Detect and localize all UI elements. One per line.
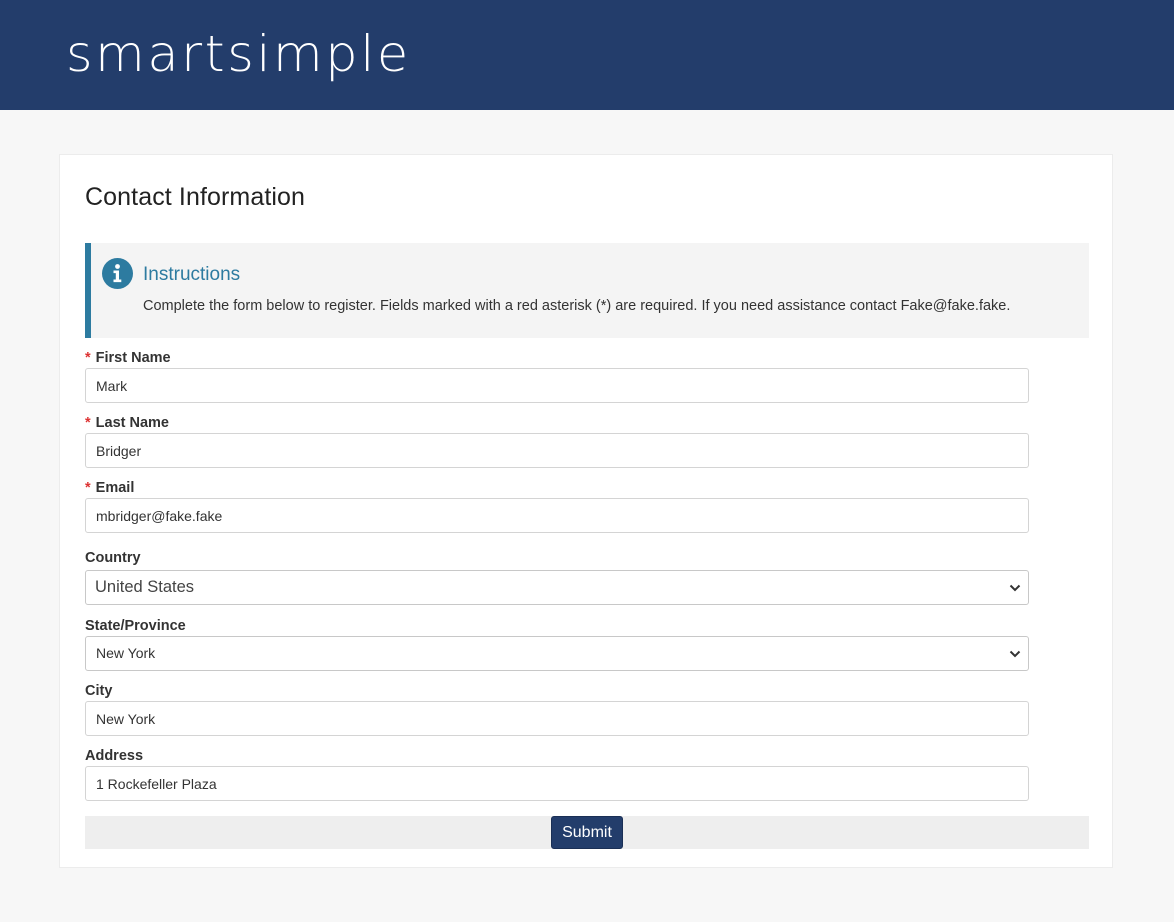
chevron-down-icon [1009,650,1021,658]
address-label: Address [85,748,144,764]
email-label-text: Email [95,480,135,496]
last-name-label-text: Last Name [95,415,169,431]
first-name-label-text: First Name [95,350,171,366]
last-name-input[interactable] [85,433,1029,468]
city-label: City [85,683,113,699]
submit-button[interactable]: Submit [551,816,623,849]
state-province-select[interactable]: New York [85,636,1029,671]
top-header-bar: smartsimple [0,0,1174,110]
last-name-label: * Last Name [85,415,169,431]
email-input[interactable] [85,498,1029,533]
page-title: Contact Information [85,183,306,211]
chevron-down-icon [1009,584,1021,592]
country-label: Country [85,550,141,566]
contact-form-card: Contact Information Instructions Complet… [59,154,1113,868]
email-label: * Email [85,480,134,496]
info-icon [102,258,133,289]
state-province-label: State/Province [85,618,186,634]
state-selected-value: New York [96,645,156,661]
first-name-input[interactable] [85,368,1029,403]
address-input[interactable] [85,766,1029,801]
country-selected-value: United States [95,578,195,596]
smartsimple-logo: smartsimple [66,25,411,83]
country-select[interactable]: United States [85,570,1029,605]
required-asterisk: * [85,480,91,496]
required-asterisk: * [85,415,91,431]
required-asterisk: * [85,350,91,366]
city-input[interactable] [85,701,1029,736]
instructions-text: Complete the form below to register. Fie… [143,298,1011,314]
first-name-label: * First Name [85,350,171,366]
instructions-title: Instructions [143,264,241,285]
instructions-panel: Instructions Complete the form below to … [85,243,1089,338]
submit-bar: Submit [85,816,1089,849]
